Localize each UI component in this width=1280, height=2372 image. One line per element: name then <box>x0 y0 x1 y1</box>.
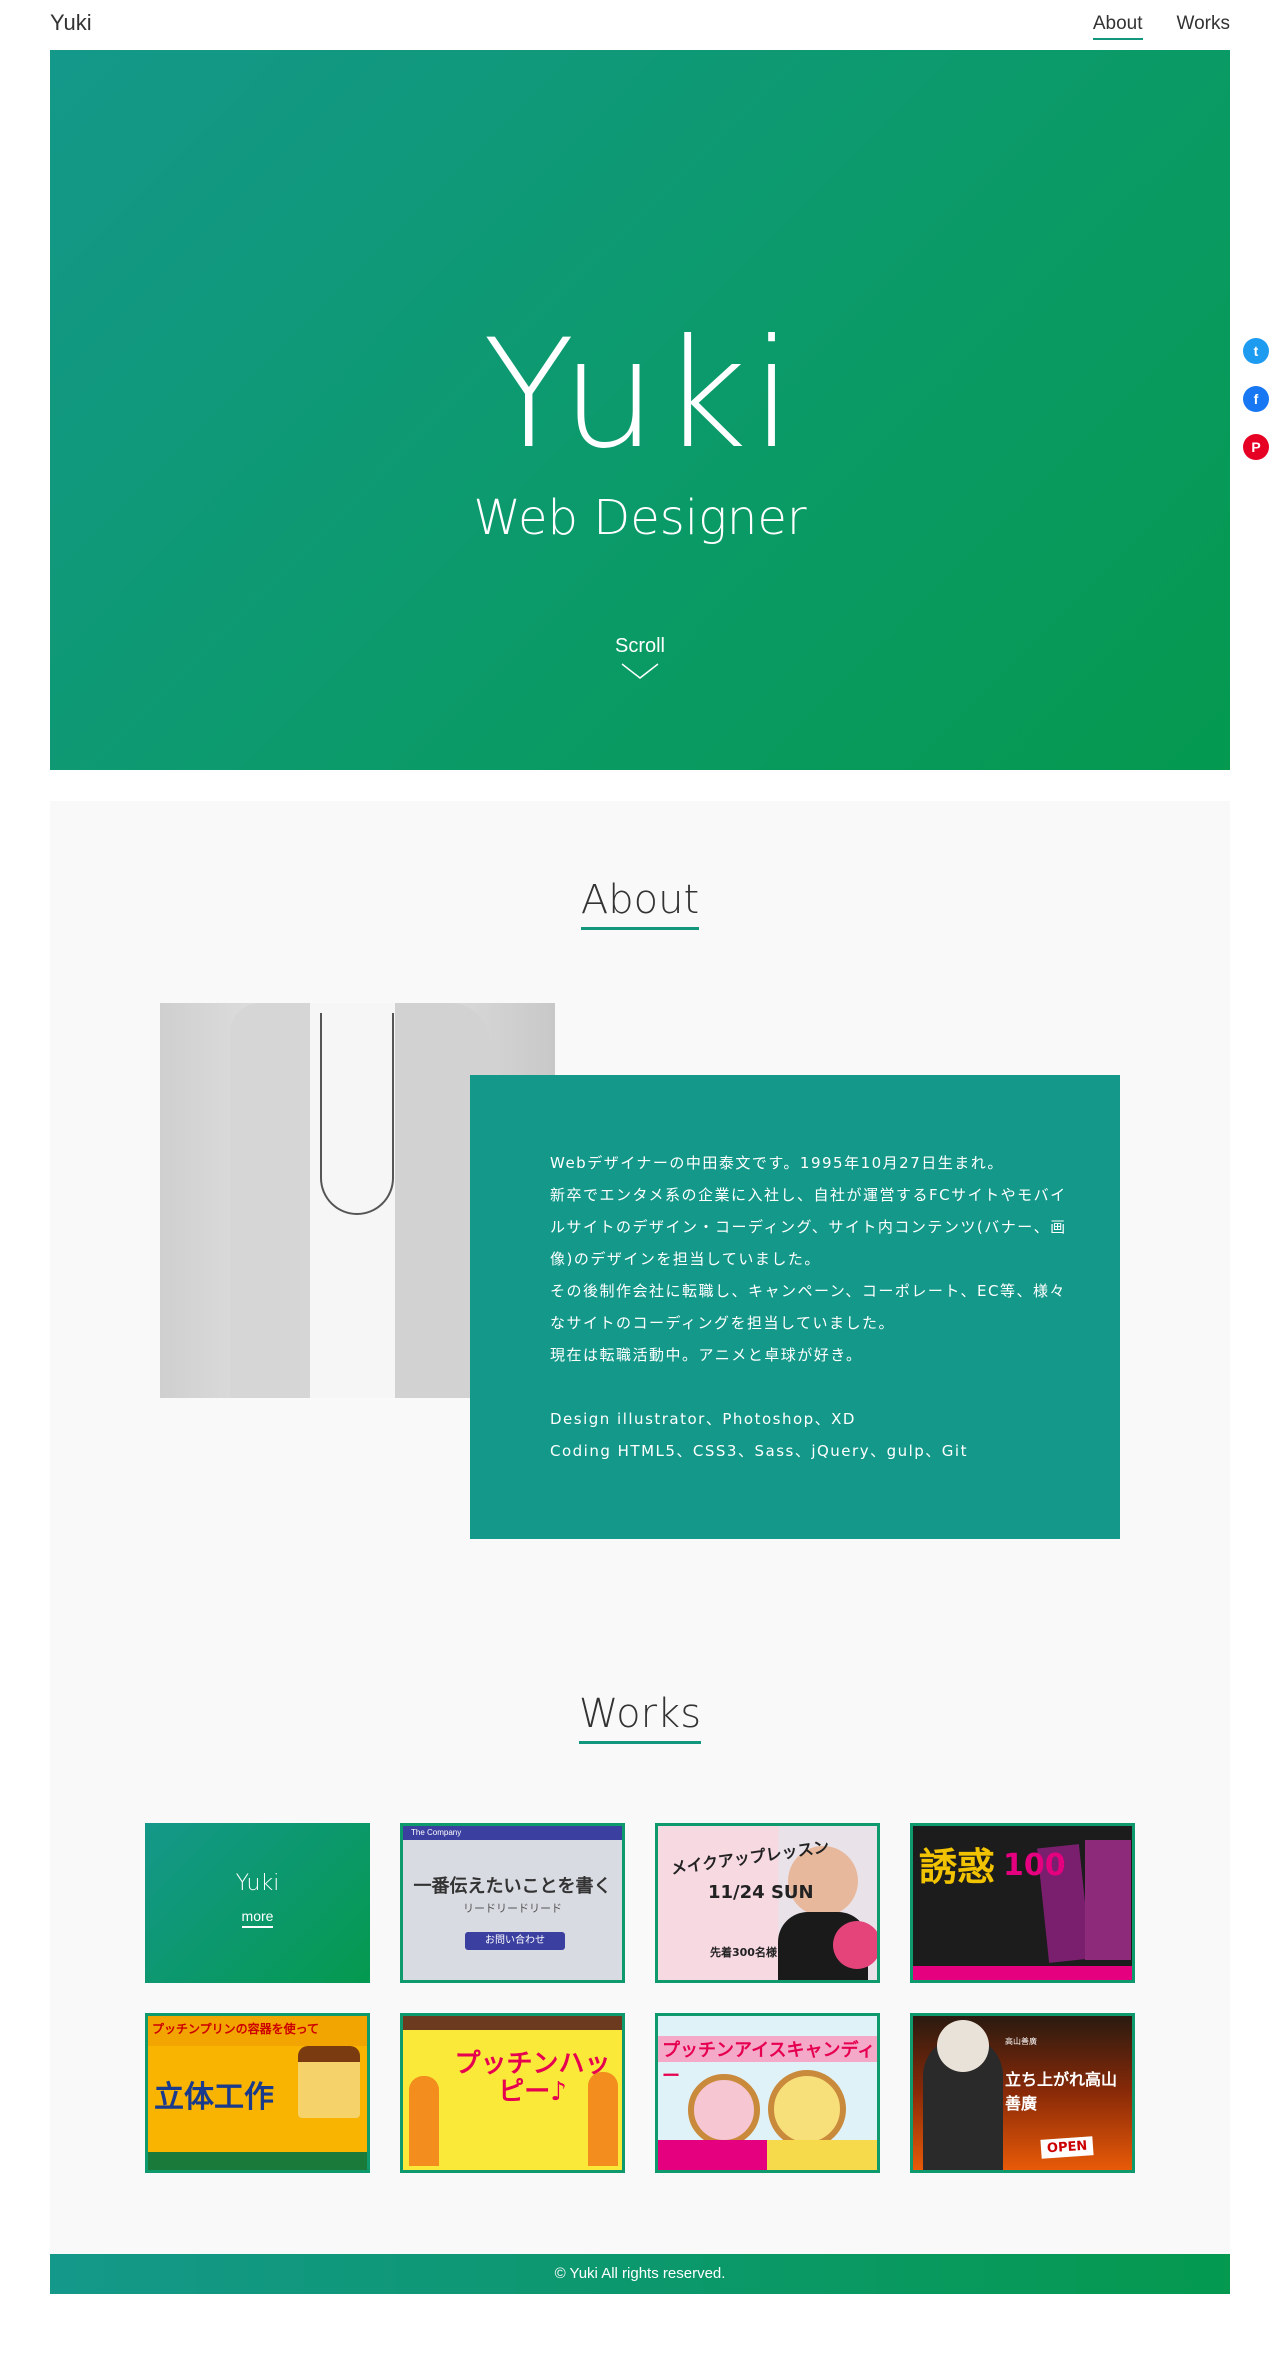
site-header: Yuki About Works <box>0 0 1280 50</box>
about-paragraph: 新卒でエンタメ系の企業に入社し、自社が運営するFCサイトやモバイルサイトのデザイ… <box>550 1186 1067 1268</box>
chevron-down-icon <box>621 663 659 679</box>
hero-title: Yuki <box>482 308 798 482</box>
facebook-icon[interactable]: f <box>1243 386 1269 412</box>
about-paragraph: その後制作会社に転職し、キャンペーン、コーポレート、EC等、様々なサイトのコーデ… <box>550 1282 1067 1332</box>
about-text: Webデザイナーの中田泰文です。1995年10月27日生まれ。 新卒でエンタメ系… <box>550 1147 1070 1467</box>
main-nav: About Works <box>1092 13 1230 40</box>
hero-subtitle: Web Designer <box>473 490 807 546</box>
hero-section: Yuki Web Designer Scroll <box>50 50 1230 770</box>
main-content: About Webデザイナーの中田泰文です。1995年10月27日生まれ。 新卒… <box>50 801 1230 2254</box>
work-thumbnail[interactable]: 誘惑 100 <box>910 1823 1135 1983</box>
skills-design: Design illustrator、Photoshop、XD <box>550 1410 856 1428</box>
about-paragraph: Webデザイナーの中田泰文です。1995年10月27日生まれ。 <box>550 1154 1004 1172</box>
twitter-icon[interactable]: t <box>1243 338 1269 364</box>
share-bar: t f P <box>1243 338 1269 482</box>
works-heading: Works <box>50 1691 1230 1744</box>
works-intro-card[interactable]: Yuki more <box>145 1823 370 1983</box>
about-card: Webデザイナーの中田泰文です。1995年10月27日生まれ。 新卒でエンタメ系… <box>470 1075 1120 1539</box>
works-intro-title: Yuki <box>235 1871 280 1896</box>
skills-coding: Coding HTML5、CSS3、Sass、jQuery、gulp、Git <box>550 1442 968 1460</box>
work-thumbnail[interactable]: The Company 一番伝えたいことを書く リードリードリード お問い合わせ <box>400 1823 625 1983</box>
nav-works[interactable]: Works <box>1177 13 1230 40</box>
work-thumbnail[interactable]: 高山善廣 立ち上がれ高山善廣 OPEN <box>910 2013 1135 2173</box>
work-thumbnail[interactable]: プッチンハッピー♪ <box>400 2013 625 2173</box>
site-logo[interactable]: Yuki <box>50 10 92 36</box>
scroll-indicator[interactable]: Scroll <box>50 635 1230 680</box>
nav-about[interactable]: About <box>1092 13 1143 40</box>
more-link[interactable]: more <box>241 1908 274 1928</box>
site-footer: © Yuki All rights reserved. <box>50 2254 1230 2294</box>
scroll-label: Scroll <box>614 635 665 657</box>
copyright: © Yuki All rights reserved. <box>554 2265 726 2282</box>
work-thumbnail[interactable]: メイクアップレッスン 11/24 SUN 先着300名様 <box>655 1823 880 1983</box>
pinterest-icon[interactable]: P <box>1243 434 1269 460</box>
about-heading: About <box>50 877 1230 930</box>
work-thumbnail[interactable]: プッチンプリンの容器を使って 立体工作 <box>145 2013 370 2173</box>
work-thumbnail[interactable]: プッチンアイスキャンディー <box>655 2013 880 2173</box>
about-paragraph: 現在は転職活動中。アニメと卓球が好き。 <box>550 1346 863 1364</box>
